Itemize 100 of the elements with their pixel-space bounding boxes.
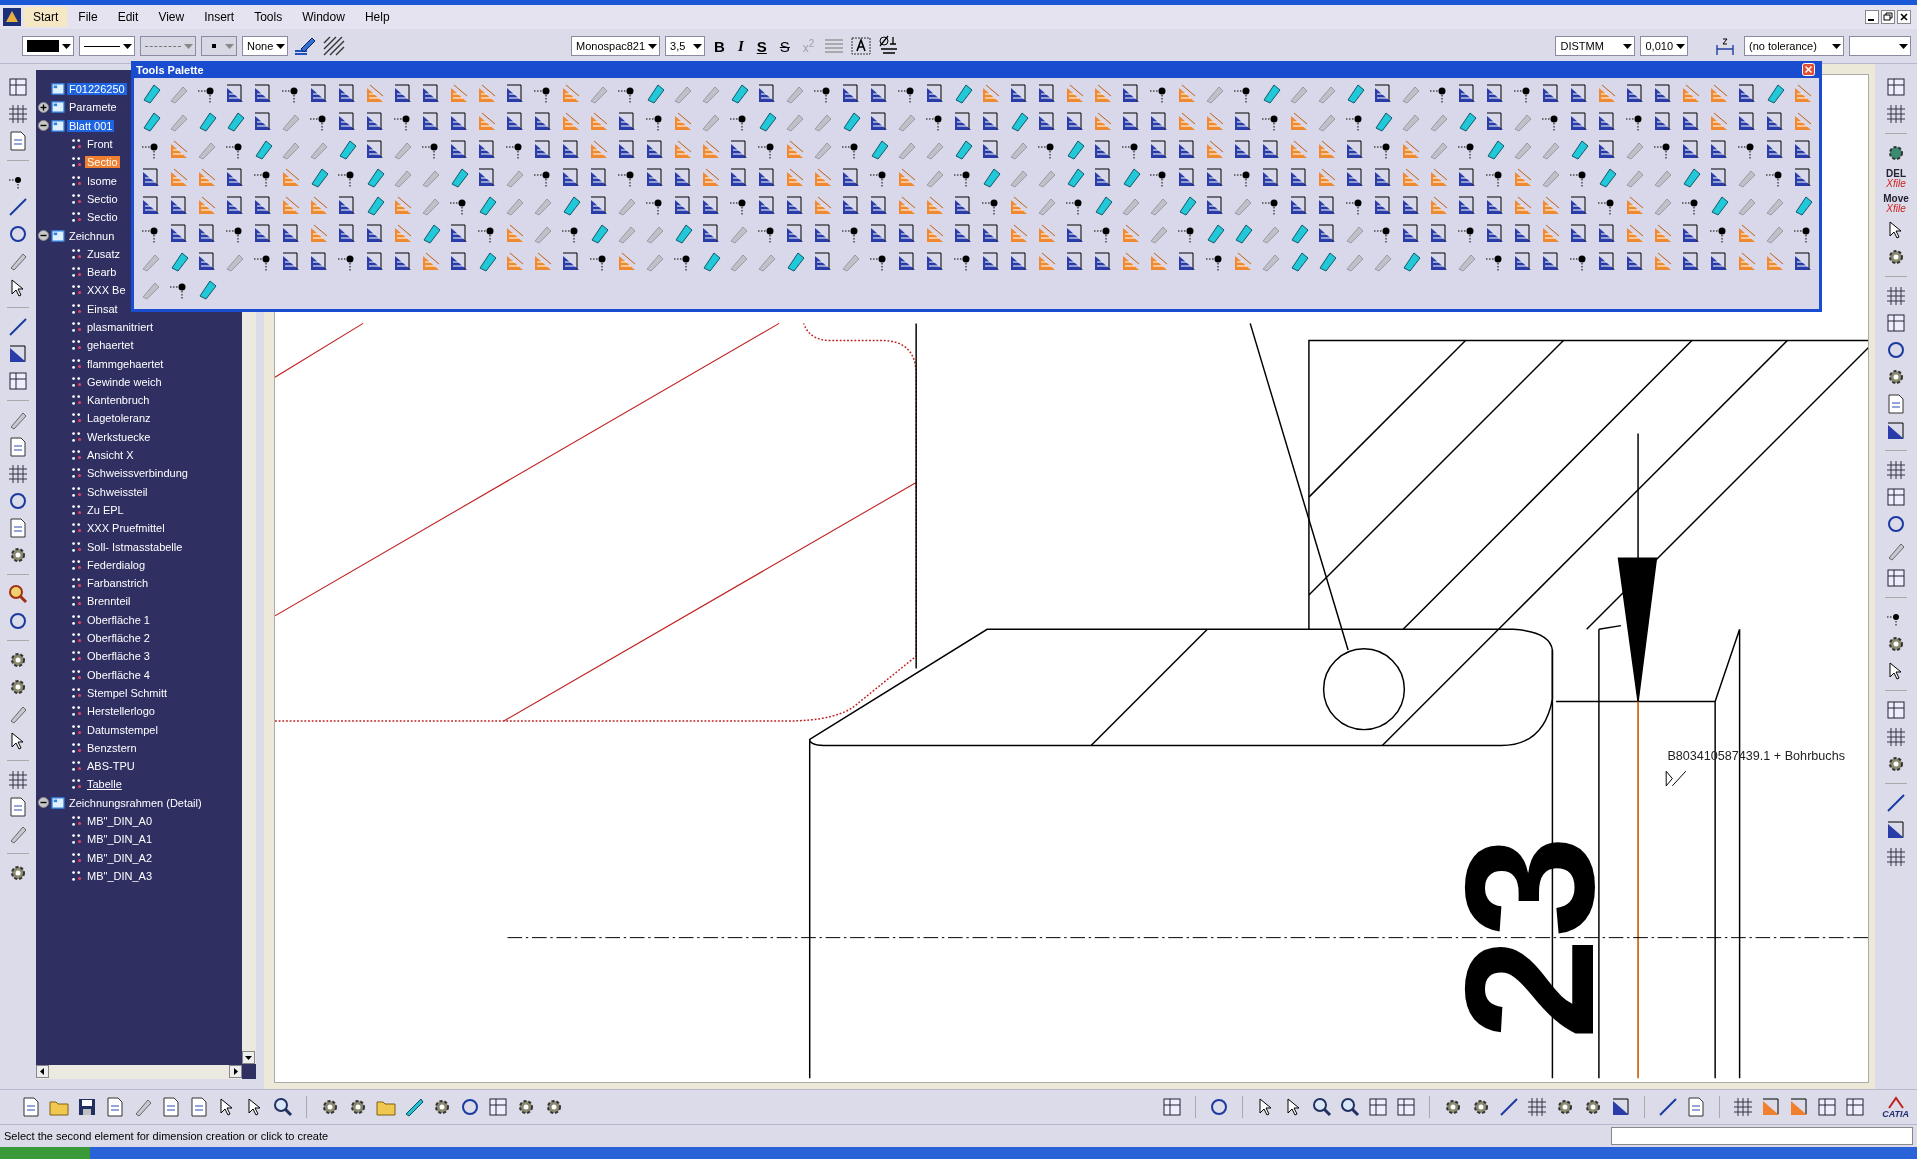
frame-icon[interactable] — [1844, 1096, 1867, 1118]
tree-item[interactable]: gehaertet — [85, 339, 136, 352]
tree-item[interactable]: Soll- Istmasstabelle — [85, 540, 185, 553]
pattern-combo[interactable]: None — [242, 36, 289, 56]
command-input[interactable] — [1611, 1127, 1913, 1145]
document-icon[interactable] — [7, 796, 29, 818]
line-icon[interactable] — [1657, 1096, 1680, 1118]
app-logo-icon[interactable] — [2, 7, 22, 27]
line-icon[interactable] — [7, 196, 29, 218]
tree-item[interactable]: Lagetoleranz — [85, 412, 153, 425]
close-icon[interactable] — [1897, 10, 1911, 24]
tree-item[interactable]: Datumstempel — [85, 723, 160, 736]
frame-icon[interactable] — [1161, 1096, 1184, 1118]
expander-icon[interactable] — [38, 101, 49, 113]
scroll-left-icon[interactable] — [36, 1065, 49, 1078]
grid-icon[interactable] — [1885, 459, 1907, 481]
underline-button[interactable]: S — [752, 34, 771, 58]
document-icon[interactable] — [160, 1096, 182, 1118]
start-button[interactable] — [0, 1147, 90, 1159]
dimension-icon[interactable] — [1885, 420, 1907, 442]
circle-icon[interactable] — [7, 490, 29, 512]
grid-icon[interactable] — [1885, 285, 1907, 307]
bold-button[interactable]: B — [710, 34, 729, 58]
frame-icon[interactable] — [1885, 76, 1907, 98]
tree-item[interactable]: MB"_DIN_A3 — [85, 869, 155, 882]
tree-item[interactable]: Einsat — [85, 302, 120, 315]
frame-icon[interactable] — [1395, 1096, 1418, 1118]
expander-icon[interactable] — [38, 120, 49, 132]
tree-item[interactable]: Zeichnungsrahmen (Detail) — [67, 796, 204, 809]
menu-item[interactable]: View — [149, 7, 194, 27]
tree-item[interactable]: Oberfläche 2 — [85, 632, 152, 645]
minimize-icon[interactable] — [1865, 10, 1879, 24]
grid-icon[interactable] — [1885, 726, 1907, 748]
frame-icon[interactable] — [487, 1096, 509, 1118]
circle-icon[interactable] — [459, 1096, 481, 1118]
dimension-style-combo[interactable]: DISTMM — [1555, 36, 1636, 56]
line-icon[interactable] — [1885, 792, 1907, 814]
tree-item[interactable]: Oberfläche 1 — [85, 613, 152, 626]
frame-icon[interactable] — [1885, 567, 1907, 589]
scroll-right-icon[interactable] — [229, 1065, 242, 1078]
document-icon[interactable] — [7, 130, 29, 152]
tree-item[interactable]: MB"_DIN_A0 — [85, 815, 155, 827]
tree-item[interactable]: Zu EPL — [85, 503, 126, 516]
toolbar-button[interactable]: Move Xfile — [1883, 194, 1909, 214]
scroll-down-icon[interactable] — [242, 1051, 255, 1064]
tree-item[interactable]: Herstellerlogo — [85, 705, 157, 718]
tree-item[interactable]: Sectio — [85, 192, 120, 205]
tree-item[interactable]: plasmanitriert — [85, 321, 156, 333]
circle-icon[interactable] — [1885, 513, 1907, 535]
tree-item[interactable]: MB"_DIN_A1 — [85, 833, 155, 846]
tree-item[interactable]: Benzstern — [85, 741, 139, 754]
text-frame-icon[interactable] — [850, 36, 873, 56]
expander-icon[interactable] — [38, 797, 49, 809]
hatching-icon[interactable] — [322, 35, 347, 57]
line-icon[interactable] — [7, 316, 29, 338]
color-combo[interactable] — [22, 36, 74, 56]
paintbrush-icon[interactable] — [293, 35, 318, 57]
tree-item[interactable]: Schweissverbindung — [85, 467, 190, 480]
zoom-icon[interactable] — [7, 583, 29, 605]
document-icon[interactable] — [104, 1096, 126, 1118]
tree-item[interactable]: ABS-TPU — [85, 760, 137, 773]
expander-icon[interactable] — [38, 230, 49, 241]
circle-icon[interactable] — [7, 223, 29, 245]
grid-icon[interactable] — [1526, 1096, 1549, 1118]
tool-icon[interactable] — [403, 1096, 425, 1118]
circle-icon[interactable] — [1885, 339, 1907, 361]
tree-item[interactable]: Kantenbruch — [85, 394, 152, 407]
menu-item[interactable]: Window — [293, 7, 354, 27]
tree-item[interactable]: Zeichnun — [67, 229, 117, 242]
document-icon[interactable] — [188, 1096, 210, 1118]
tree-item[interactable]: Farbanstrich — [85, 577, 151, 590]
frame-icon[interactable] — [1885, 486, 1907, 508]
tree-item[interactable]: Brennteil — [85, 595, 133, 608]
line-style-combo[interactable] — [79, 36, 135, 56]
tree-item[interactable]: Isome — [85, 174, 119, 187]
font-size-combo[interactable]: 3,5 — [665, 36, 706, 56]
menu-item[interactable]: Insert — [195, 7, 244, 27]
tree-item[interactable]: Bearb — [85, 266, 119, 279]
font-combo[interactable]: Monospac821 — [571, 36, 661, 56]
document-icon[interactable] — [7, 517, 29, 539]
menu-item[interactable]: Tools — [245, 7, 292, 27]
grid-icon[interactable] — [1732, 1096, 1755, 1118]
dimension-icon[interactable] — [7, 343, 29, 365]
frame-icon[interactable] — [7, 76, 29, 98]
tree-item[interactable]: Zusatz — [85, 247, 122, 260]
tree-item[interactable]: Tabelle — [85, 778, 124, 791]
circle-icon[interactable] — [7, 610, 29, 632]
document-icon[interactable] — [20, 1096, 42, 1118]
zoom-icon[interactable] — [272, 1096, 294, 1118]
tree-item[interactable]: Paramete — [67, 101, 119, 114]
grid-icon[interactable] — [1885, 103, 1907, 125]
tree-item[interactable]: Blatt 001 — [67, 119, 115, 132]
document-icon[interactable] — [7, 436, 29, 458]
dimension-icon[interactable] — [1885, 819, 1907, 841]
grid-icon[interactable] — [1885, 846, 1907, 868]
frame-icon[interactable] — [7, 370, 29, 392]
restore-icon[interactable] — [1881, 10, 1895, 24]
menu-item[interactable]: Edit — [108, 7, 148, 27]
zoom-icon[interactable] — [1339, 1096, 1362, 1118]
save-icon[interactable] — [76, 1096, 98, 1118]
